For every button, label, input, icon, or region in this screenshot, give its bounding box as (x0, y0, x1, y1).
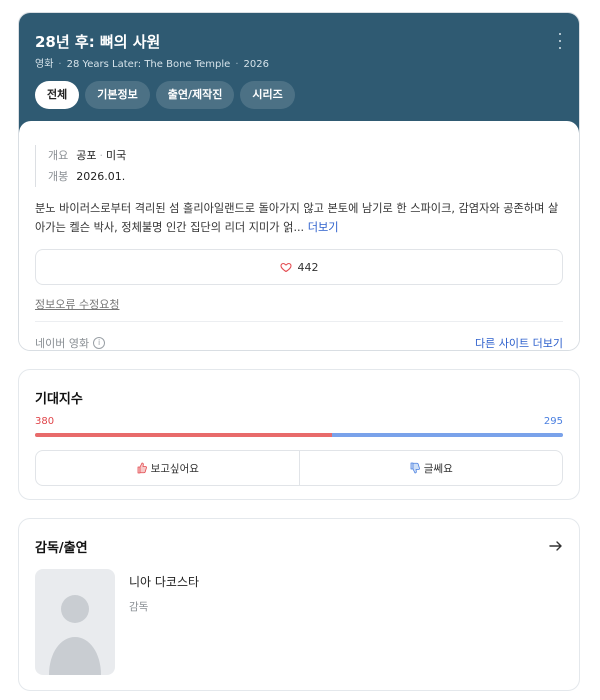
movie-title: 28년 후: 뼈의 사원 (35, 33, 161, 51)
movie-subtitle: 영화 · 28 Years Later: The Bone Temple · 2026 (35, 59, 269, 70)
person-role: 감독 (129, 601, 149, 613)
want-count: 380 (35, 416, 55, 427)
person-placeholder-icon (49, 595, 101, 675)
report-error-link[interactable]: 정보오류 수정요청 (35, 296, 119, 312)
cast-crew-card: 감독/출연 니아 다코스타 감독 (18, 518, 580, 691)
release-label: 개봉 (48, 170, 69, 183)
not-sure-count: 295 (543, 416, 563, 427)
expectation-bar-want (35, 433, 333, 437)
person-name: 니아 다코스타 (129, 575, 200, 589)
country-link[interactable]: 미국 (106, 149, 126, 162)
cast-crew-title: 감독/출연 (35, 541, 88, 556)
expectation-bar (35, 433, 563, 437)
release-date: 2026.01. (76, 170, 126, 183)
tab-cast-crew[interactable]: 출연/제작진 (155, 81, 235, 109)
tab-series[interactable]: 시리즈 (240, 81, 295, 109)
synopsis-more-link[interactable]: 더보기 (308, 221, 339, 234)
like-button[interactable]: 442 (35, 249, 563, 285)
person-text: 니아 다코스타 감독 (129, 569, 199, 675)
content-type: 영화 (35, 59, 54, 70)
section-tabs: 전체 기본정보 출연/제작진 시리즈 (35, 81, 295, 109)
like-count: 442 (297, 260, 319, 274)
divider (35, 321, 563, 322)
person-item[interactable]: 니아 다코스타 감독 (35, 569, 199, 675)
info-circle-icon[interactable]: i (93, 337, 106, 349)
vote-buttons: 보고싶어요 글쎄요 (35, 450, 563, 486)
expectation-bar-not-sure (332, 433, 563, 437)
tab-all[interactable]: 전체 (35, 81, 80, 109)
other-sites-link[interactable]: 다른 사이트 더보기 (475, 335, 563, 350)
tab-basic-info[interactable]: 기본정보 (85, 81, 150, 109)
expectation-title: 기대지수 (35, 392, 83, 407)
thumbs-down-icon (410, 462, 420, 474)
want-to-see-button[interactable]: 보고싶어요 (36, 451, 299, 485)
movie-info-card: 28년 후: 뼈의 사원 영화 · 28 Years Later: The Bone… (18, 12, 580, 351)
source-label: 네이버 영화 i (35, 335, 106, 350)
info-list: 개요 공포 · 미국 개봉 2026.01. (35, 145, 126, 187)
avatar (35, 569, 115, 675)
expectation-card: 기대지수 380 295 보고싶어요 글쎄요 (18, 369, 580, 500)
more-vertical-icon[interactable] (555, 33, 565, 49)
heart-icon (279, 262, 292, 273)
synopsis: 분노 바이러스로부터 격리된 섬 홀리아일랜드로 돌아가지 않고 본토에 남기로… (35, 199, 565, 237)
thumbs-up-icon (137, 462, 147, 474)
synopsis-text: 분노 바이러스로부터 격리된 섬 홀리아일랜드로 돌아가지 않고 본토에 남기로… (35, 202, 559, 234)
original-title: 28 Years Later: The Bone Temple (66, 59, 231, 70)
genre-link[interactable]: 공포 (76, 149, 96, 162)
movie-hero-header: 28년 후: 뼈의 사원 영화 · 28 Years Later: The Bone… (19, 13, 579, 135)
release-year: 2026 (243, 59, 269, 70)
not-sure-button[interactable]: 글쎄요 (298, 451, 563, 485)
movie-details-panel: 개요 공포 · 미국 개봉 2026.01. 분노 바이러스로부터 격리된 섬 홀리아일… (19, 121, 579, 350)
overview-row: 개요 공포 · 미국 (48, 149, 127, 162)
arrow-right-icon[interactable] (549, 539, 563, 553)
overview-label: 개요 (48, 149, 69, 162)
release-row: 개봉 2026.01. (48, 166, 126, 187)
